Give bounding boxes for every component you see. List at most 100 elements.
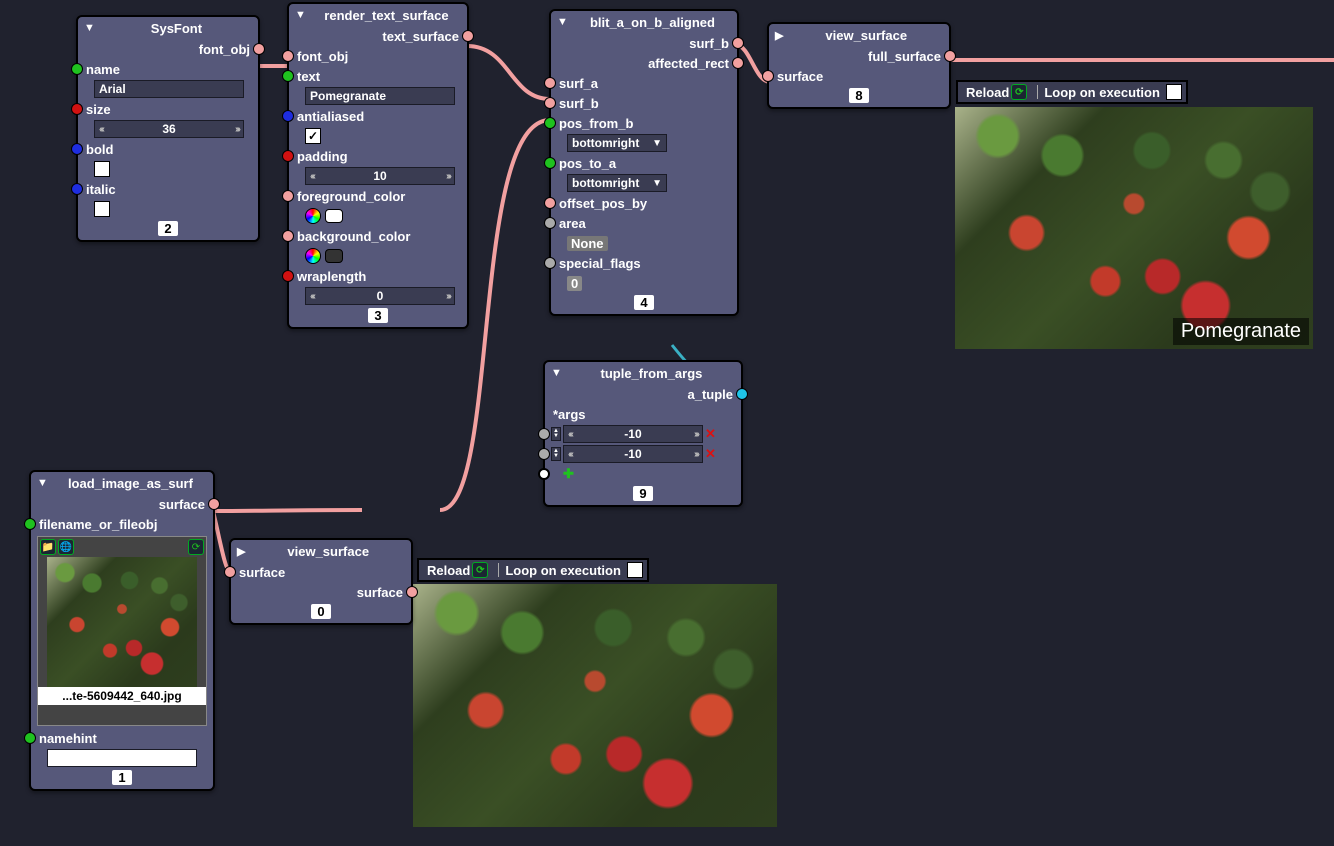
refresh-icon[interactable]: ⟳ bbox=[1011, 84, 1027, 100]
port-in-wrap[interactable] bbox=[282, 270, 294, 282]
remove-icon[interactable]: ✕ bbox=[705, 446, 716, 462]
port-in-add[interactable] bbox=[538, 468, 550, 480]
image-preview[interactable]: 📁 🌐 ⟳ ...te-5609442_640.jpg bbox=[37, 536, 207, 726]
loop-checkbox[interactable] bbox=[627, 562, 643, 578]
filename-display: ...te-5609442_640.jpg bbox=[38, 687, 206, 705]
node-header[interactable]: ▼ SysFont bbox=[78, 17, 258, 39]
node-tuple-from-args[interactable]: ▼ tuple_from_args a_tuple *args ▲▼ ‹‹‹-1… bbox=[543, 360, 743, 507]
port-in-surface[interactable] bbox=[224, 566, 236, 578]
output-label: surf_b bbox=[685, 36, 733, 51]
color-picker-icon[interactable] bbox=[305, 208, 321, 224]
arg2-input[interactable]: ‹‹‹-10››› bbox=[563, 445, 703, 463]
field-label: *args bbox=[549, 407, 590, 422]
reorder-icon[interactable]: ▲▼ bbox=[551, 427, 561, 441]
color-picker-icon[interactable] bbox=[305, 248, 321, 264]
loop-label: Loop on execution bbox=[1044, 85, 1160, 100]
node-load-image[interactable]: ▼ load_image_as_surf surface filename_or… bbox=[29, 470, 215, 791]
namehint-input[interactable] bbox=[47, 749, 197, 767]
port-in-bg[interactable] bbox=[282, 230, 294, 242]
refresh-icon[interactable]: ⟳ bbox=[472, 562, 488, 578]
port-in-arg1[interactable] bbox=[538, 428, 550, 440]
loop-checkbox[interactable] bbox=[1166, 84, 1182, 100]
collapse-icon[interactable]: ▼ bbox=[551, 367, 562, 379]
reload-button[interactable]: Reload ⟳ bbox=[423, 562, 492, 578]
field-label: name bbox=[82, 62, 124, 77]
italic-checkbox[interactable] bbox=[94, 201, 110, 217]
reorder-icon[interactable]: ▲▼ bbox=[551, 447, 561, 461]
port-out-font-obj[interactable] bbox=[253, 43, 265, 55]
fg-swatch[interactable] bbox=[325, 209, 343, 223]
collapse-icon[interactable]: ▼ bbox=[84, 22, 95, 34]
port-in-offset[interactable] bbox=[544, 197, 556, 209]
port-in-surf-a[interactable] bbox=[544, 77, 556, 89]
arg1-input[interactable]: ‹‹‹-10››› bbox=[563, 425, 703, 443]
node-header[interactable]: ▶ view_surface bbox=[231, 540, 411, 562]
port-in-namehint[interactable] bbox=[24, 732, 36, 744]
port-in-italic[interactable] bbox=[71, 183, 83, 195]
size-input[interactable]: ‹‹‹36››› bbox=[94, 120, 244, 138]
bold-checkbox[interactable] bbox=[94, 161, 110, 177]
aa-checkbox[interactable]: ✓ bbox=[305, 128, 321, 144]
globe-icon[interactable]: 🌐 bbox=[58, 539, 74, 555]
port-in-posto[interactable] bbox=[544, 157, 556, 169]
field-label: special_flags bbox=[555, 256, 645, 271]
port-in-area[interactable] bbox=[544, 217, 556, 229]
name-input[interactable]: Arial bbox=[94, 80, 244, 98]
posfrom-dropdown[interactable]: bottomright▼ bbox=[567, 134, 667, 152]
node-view-surface-8[interactable]: ▶ view_surface full_surface surface 8 bbox=[767, 22, 951, 109]
port-in-filename[interactable] bbox=[24, 518, 36, 530]
port-in-bold[interactable] bbox=[71, 143, 83, 155]
wrap-input[interactable]: ‹‹‹0››› bbox=[305, 287, 455, 305]
port-in-name[interactable] bbox=[71, 63, 83, 75]
expand-icon[interactable]: ▶ bbox=[237, 545, 245, 558]
area-value[interactable]: None bbox=[567, 236, 608, 251]
port-out-surf-b[interactable] bbox=[732, 37, 744, 49]
output-label: full_surface bbox=[864, 49, 945, 64]
bg-swatch[interactable] bbox=[325, 249, 343, 263]
node-sysfont[interactable]: ▼ SysFont font_obj name Arial size ‹‹‹36… bbox=[76, 15, 260, 242]
port-in-padding[interactable] bbox=[282, 150, 294, 162]
port-in-text[interactable] bbox=[282, 70, 294, 82]
expand-icon[interactable]: ▶ bbox=[775, 29, 783, 42]
port-in-flags[interactable] bbox=[544, 257, 556, 269]
collapse-icon[interactable]: ▼ bbox=[295, 9, 306, 21]
flags-value[interactable]: 0 bbox=[567, 276, 582, 291]
node-render-text-surface[interactable]: ▼ render_text_surface text_surface font_… bbox=[287, 2, 469, 329]
port-out-text-surface[interactable] bbox=[462, 30, 474, 42]
padding-input[interactable]: ‹‹‹10››› bbox=[305, 167, 455, 185]
text-input[interactable]: Pomegranate bbox=[305, 87, 455, 105]
node-header[interactable]: ▶ view_surface bbox=[769, 24, 949, 46]
remove-icon[interactable]: ✕ bbox=[705, 426, 716, 442]
node-view-surface-0[interactable]: ▶ view_surface surface surface 0 bbox=[229, 538, 413, 625]
port-in-surf-b[interactable] bbox=[544, 97, 556, 109]
port-out-rect[interactable] bbox=[732, 57, 744, 69]
port-out-full-surface[interactable] bbox=[944, 50, 956, 62]
node-header[interactable]: ▼ tuple_from_args bbox=[545, 362, 741, 384]
port-in-font-obj[interactable] bbox=[282, 50, 294, 62]
port-in-size[interactable] bbox=[71, 103, 83, 115]
port-out-surface[interactable] bbox=[406, 586, 418, 598]
node-blit-aligned[interactable]: ▼ blit_a_on_b_aligned surf_b affected_re… bbox=[549, 9, 739, 316]
node-header[interactable]: ▼ blit_a_on_b_aligned bbox=[551, 11, 737, 33]
reload-button[interactable]: Reload ⟳ bbox=[962, 84, 1031, 100]
port-in-surface[interactable] bbox=[762, 70, 774, 82]
port-in-arg2[interactable] bbox=[538, 448, 550, 460]
refresh-icon[interactable]: ⟳ bbox=[188, 539, 204, 555]
collapse-icon[interactable]: ▼ bbox=[557, 16, 568, 28]
node-header[interactable]: ▼ load_image_as_surf bbox=[31, 472, 213, 494]
node-title: view_surface bbox=[789, 28, 943, 43]
port-out-tuple[interactable] bbox=[736, 388, 748, 400]
port-out-surface[interactable] bbox=[208, 498, 220, 510]
node-title: render_text_surface bbox=[312, 8, 461, 23]
port-in-aa[interactable] bbox=[282, 110, 294, 122]
folder-icon[interactable]: 📁 bbox=[40, 539, 56, 555]
node-header[interactable]: ▼ render_text_surface bbox=[289, 4, 467, 26]
port-in-posfrom[interactable] bbox=[544, 117, 556, 129]
collapse-icon[interactable]: ▼ bbox=[37, 477, 48, 489]
node-id-badge: 0 bbox=[231, 602, 411, 623]
port-in-fg[interactable] bbox=[282, 190, 294, 202]
posto-dropdown[interactable]: bottomright▼ bbox=[567, 174, 667, 192]
field-label: filename_or_fileobj bbox=[35, 517, 161, 532]
field-label: text bbox=[293, 69, 324, 84]
add-arg-icon[interactable]: ✚ bbox=[551, 466, 574, 482]
